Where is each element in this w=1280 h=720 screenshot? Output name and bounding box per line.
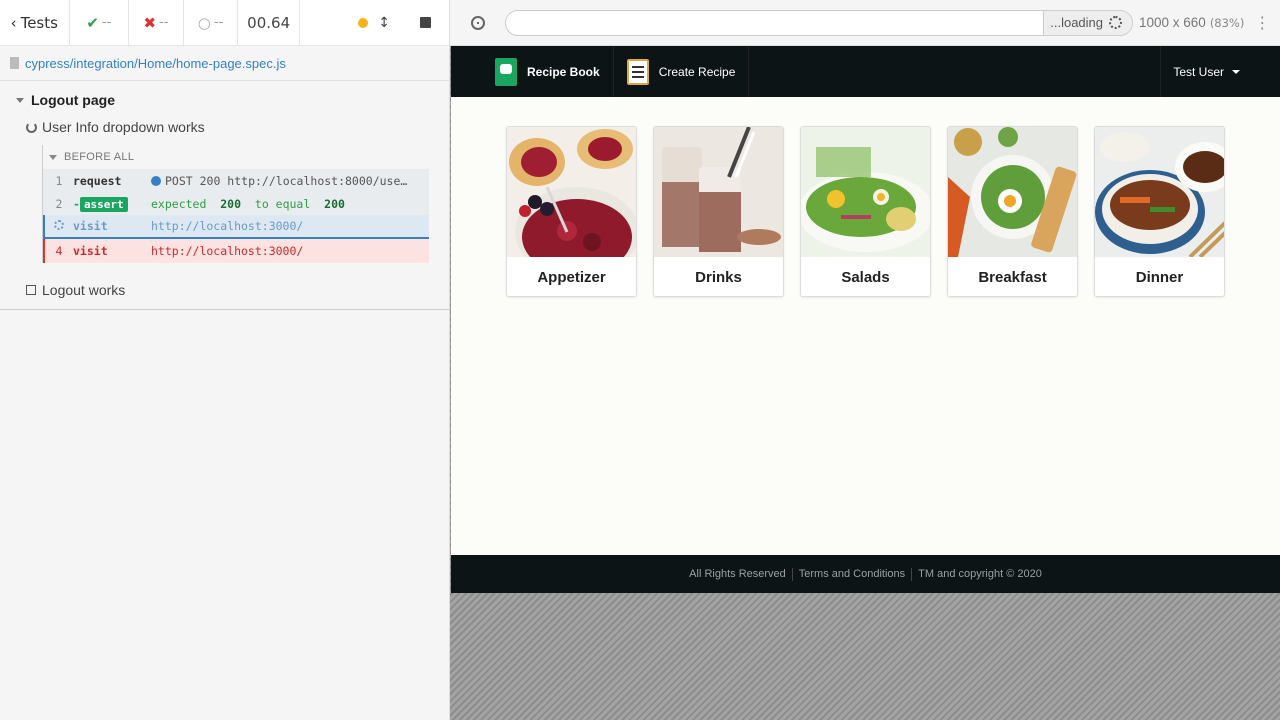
- circle-icon: ○: [197, 13, 211, 32]
- command-row[interactable]: 1 request POST 200 http://localhost:8000…: [43, 169, 429, 192]
- suite-title: Logout page: [31, 92, 115, 108]
- notepad-icon: [626, 58, 649, 85]
- breakfast-image: [948, 127, 1077, 257]
- test-item-pending[interactable]: Logout works: [0, 275, 449, 305]
- command-number: 4: [55, 244, 63, 258]
- stop-icon[interactable]: [420, 17, 432, 28]
- category-title: Appetizer: [537, 268, 606, 286]
- app-navbar: Recipe Book Create Recipe Test User: [451, 46, 1280, 97]
- passed-count: ✔ --: [70, 0, 130, 45]
- assert-badge: assert: [79, 196, 128, 212]
- appetizer-image: [507, 127, 636, 257]
- category-title: Drinks: [695, 268, 742, 286]
- command-message: expected 200 to equal 200: [151, 196, 345, 211]
- more-menu-icon[interactable]: ⋮: [1254, 13, 1270, 32]
- request-dot-icon: [151, 175, 161, 186]
- brand-label: Recipe Book: [527, 64, 600, 79]
- caret-down-icon: [16, 97, 24, 103]
- pending-count: ○ --: [184, 0, 239, 45]
- loading-indicator: ...loading: [1043, 10, 1132, 35]
- test-title: User Info dropdown works: [42, 119, 205, 135]
- suite: Logout page User Info dropdown works BEF…: [0, 81, 449, 305]
- aut-header: ...loading 1000 x 660 (83%) ⋮: [450, 0, 1280, 46]
- category-card-breakfast[interactable]: Breakfast: [947, 126, 1078, 297]
- x-icon: ✖: [143, 13, 157, 32]
- before-all-hook: BEFORE ALL 1 request POST 200 http://loc…: [42, 145, 449, 263]
- category-card-drinks[interactable]: Drinks: [653, 126, 784, 297]
- failed-count: ✖ --: [129, 0, 184, 45]
- command-spinner: [45, 219, 73, 233]
- file-icon: [10, 57, 19, 69]
- category-card-dinner[interactable]: Dinner: [1094, 126, 1225, 297]
- footer-rights: All Rights Reserved: [689, 568, 786, 580]
- viewport-zoom: (83%): [1209, 15, 1245, 30]
- running-spinner-icon: [26, 121, 37, 133]
- crosshair-icon: [470, 15, 485, 30]
- app-footer: All Rights Reserved Terms and Conditions…: [451, 555, 1280, 593]
- footer-copyright: TM and copyright © 2020: [918, 568, 1042, 580]
- spec-file-link[interactable]: cypress/integration/Home/home-page.spec.…: [25, 56, 286, 71]
- dinner-image: [1095, 127, 1224, 257]
- command-name: - assert: [73, 196, 151, 212]
- duration-timer: 00.64: [238, 0, 300, 45]
- footer-terms-link[interactable]: Terms and Conditions: [793, 568, 911, 580]
- user-name: Test User: [1173, 64, 1224, 79]
- command-name: request: [73, 173, 122, 188]
- suite-header[interactable]: Logout page: [0, 87, 449, 113]
- command-message: http://localhost:3000/: [151, 219, 304, 233]
- loading-spinner-icon: [1109, 16, 1122, 29]
- command-row-running[interactable]: visit http://localhost:3000/: [43, 215, 429, 239]
- hook-header[interactable]: BEFORE ALL: [43, 145, 449, 169]
- status-indicator-icon: [358, 17, 369, 28]
- tests-button[interactable]: ‹ Tests: [0, 0, 70, 45]
- salads-image: [801, 127, 930, 257]
- user-dropdown[interactable]: Test User: [1160, 46, 1280, 97]
- test-title: Logout works: [42, 282, 126, 298]
- command-number: 2: [55, 196, 63, 211]
- recipe-book-icon: [495, 57, 517, 86]
- selector-playground-button[interactable]: [450, 15, 505, 30]
- category-title: Salads: [841, 268, 890, 286]
- command-row-failed[interactable]: 4 visit http://localhost:3000/: [43, 239, 429, 263]
- command-name: visit: [73, 219, 108, 233]
- loading-spinner-icon: [54, 220, 64, 230]
- tests-label: Tests: [20, 13, 58, 32]
- test-reporter: ‹ Tests ✔ -- ✖ -- ○ -- 00.64 ↕ cypress/i…: [0, 0, 450, 720]
- app-under-test-area: ...loading 1000 x 660 (83%) ⋮ Recipe Boo…: [450, 0, 1280, 720]
- command-number: 1: [55, 173, 63, 188]
- drinks-image: [654, 127, 783, 257]
- category-card-appetizer[interactable]: Appetizer: [506, 126, 637, 297]
- category-card-salads[interactable]: Salads: [800, 126, 931, 297]
- category-cards: Appetizer Drinks Salads Breakfast Dinner: [451, 97, 1280, 297]
- chevron-left-icon: ‹: [10, 13, 17, 32]
- test-item-running[interactable]: User Info dropdown works: [0, 113, 449, 141]
- nav-brand[interactable]: Recipe Book: [451, 46, 614, 97]
- reporter-header: ‹ Tests ✔ -- ✖ -- ○ -- 00.64 ↕: [0, 0, 449, 46]
- command-name: visit: [73, 244, 108, 258]
- app-iframe: Recipe Book Create Recipe Test User Appe…: [451, 46, 1280, 593]
- category-title: Breakfast: [978, 268, 1047, 286]
- hook-label: BEFORE ALL: [64, 151, 135, 163]
- viewport-size[interactable]: 1000 x 660: [1139, 15, 1206, 30]
- run-controls: ↕: [300, 0, 449, 45]
- check-icon: ✔: [86, 13, 99, 32]
- spec-file-bar: cypress/integration/Home/home-page.spec.…: [0, 46, 449, 81]
- nav-create-recipe[interactable]: Create Recipe: [614, 46, 750, 97]
- category-title: Dinner: [1135, 268, 1184, 286]
- caret-down-icon: [49, 154, 57, 160]
- auto-scroll-toggle-icon[interactable]: ↕: [378, 15, 390, 31]
- command-message: http://localhost:3000/: [151, 244, 304, 258]
- create-recipe-label: Create Recipe: [658, 64, 736, 79]
- command-message: POST 200 http://localhost:8000/use…: [151, 174, 429, 188]
- pending-square-icon: [26, 285, 36, 295]
- url-bar[interactable]: ...loading: [505, 9, 1133, 36]
- loading-label: ...loading: [1050, 15, 1103, 30]
- command-row-assert[interactable]: 2 - assert expected 200 to equal 200: [43, 192, 429, 215]
- caret-down-icon: [1232, 69, 1240, 74]
